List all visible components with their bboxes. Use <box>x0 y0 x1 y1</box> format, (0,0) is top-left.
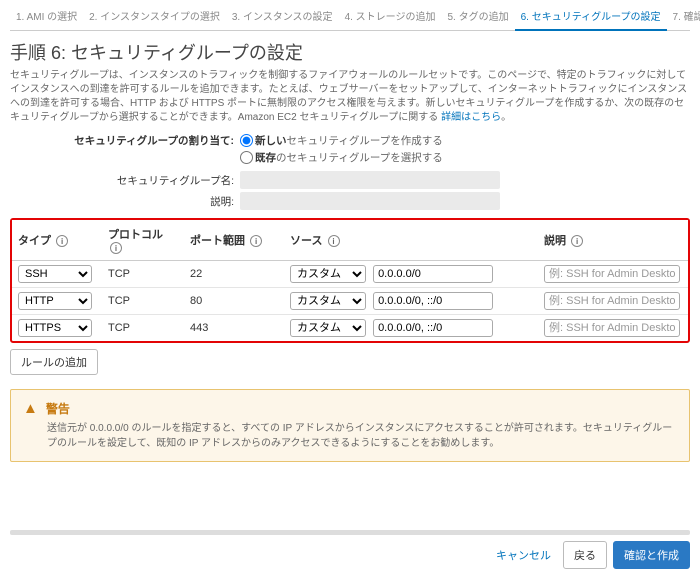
radio-new-sg-label-rest: セキュリティグループを作成する <box>287 135 443 147</box>
warning-title: 警告 <box>46 400 70 417</box>
type-select[interactable]: HTTP <box>18 292 92 310</box>
tab-ami[interactable]: 1. AMI の選択 <box>10 4 83 30</box>
warning-icon: ▲ <box>23 400 38 417</box>
footer: キャンセル 戻る 確認と作成 <box>10 530 690 569</box>
info-icon[interactable]: i <box>571 235 583 247</box>
source-mode-select[interactable]: カスタム <box>290 265 366 283</box>
warning-body: 送信元が 0.0.0.0/0 のルールを指定すると、すべての IP アドレスから… <box>23 421 677 451</box>
tab-add-storage[interactable]: 4. ストレージの追加 <box>339 4 442 30</box>
col-source-label: ソース <box>290 235 322 247</box>
sg-name-field[interactable] <box>240 171 500 189</box>
protocol-cell: TCP <box>102 315 184 342</box>
col-protocol-label: プロトコル <box>108 229 163 241</box>
col-protocol: プロトコル i <box>102 220 184 261</box>
radio-new-sg[interactable] <box>240 134 253 147</box>
port-cell: 443 <box>184 315 284 342</box>
source-mode-select[interactable]: カスタム <box>290 319 366 337</box>
cidr-input[interactable] <box>373 292 493 310</box>
cidr-input[interactable] <box>373 319 493 337</box>
radio-new-sg-label: 新しいセキュリティグループを作成する <box>255 133 443 148</box>
tab-review[interactable]: 7. 確認 <box>667 4 700 30</box>
cancel-button[interactable]: キャンセル <box>490 543 557 567</box>
learn-more-link[interactable]: 詳細はこちら <box>441 112 501 123</box>
radio-existing-sg-label-strong: 既存 <box>255 152 276 164</box>
radio-existing-sg[interactable] <box>240 151 253 164</box>
port-cell: 80 <box>184 288 284 315</box>
description-text: セキュリティグループは、インスタンスのトラフィックを制御するファイアウォールのル… <box>10 70 687 123</box>
port-cell: 22 <box>184 261 284 288</box>
back-button[interactable]: 戻る <box>563 541 607 569</box>
col-port: ポート範囲 i <box>184 220 284 261</box>
tab-add-tags[interactable]: 5. タグの追加 <box>441 4 514 30</box>
sg-desc-label: 説明: <box>10 194 240 209</box>
warning-alert: ▲ 警告 送信元が 0.0.0.0/0 のルールを指定すると、すべての IP ア… <box>10 389 690 462</box>
sg-name-label: セキュリティグループ名: <box>10 173 240 188</box>
col-desc: 説明 i <box>538 220 688 261</box>
protocol-cell: TCP <box>102 288 184 315</box>
info-icon[interactable]: i <box>250 235 262 247</box>
info-icon[interactable]: i <box>328 235 340 247</box>
radio-existing-sg-label: 既存のセキュリティグループを選択する <box>255 150 443 165</box>
tab-instance-type[interactable]: 2. インスタンスタイプの選択 <box>83 4 226 30</box>
radio-existing-sg-label-rest: のセキュリティグループを選択する <box>276 152 443 164</box>
rule-desc-input[interactable] <box>544 292 680 310</box>
tab-configure-instance[interactable]: 3. インスタンスの設定 <box>226 4 339 30</box>
sg-assign-block: セキュリティグループの割り当て: 新しいセキュリティグループを作成する 既存のセ… <box>10 133 690 165</box>
type-select[interactable]: SSH <box>18 265 92 283</box>
col-type: タイプ i <box>12 220 102 261</box>
source-mode-select[interactable]: カスタム <box>290 292 366 310</box>
info-icon[interactable]: i <box>110 242 122 254</box>
page-title: 手順 6: セキュリティグループの設定 <box>10 39 690 65</box>
wizard-tabs: 1. AMI の選択 2. インスタンスタイプの選択 3. インスタンスの設定 … <box>10 4 690 31</box>
radio-new-sg-label-strong: 新しい <box>255 135 287 147</box>
col-type-label: タイプ <box>18 235 51 247</box>
col-source: ソース i <box>284 220 538 261</box>
table-row: HTTPS TCP 443 カスタム <box>12 315 688 342</box>
table-row: SSH TCP 22 カスタム <box>12 261 688 288</box>
protocol-cell: TCP <box>102 261 184 288</box>
sg-desc-field[interactable] <box>240 192 500 210</box>
review-launch-button[interactable]: 確認と作成 <box>613 541 690 569</box>
rules-table: タイプ i プロトコル i ポート範囲 i ソース i 説明 i SSH <box>12 220 688 341</box>
add-rule-button[interactable]: ルールの追加 <box>10 349 98 375</box>
tab-security-group[interactable]: 6. セキュリティグループの設定 <box>515 4 667 31</box>
col-desc-label: 説明 <box>544 235 566 247</box>
cidr-input[interactable] <box>373 265 493 283</box>
info-icon[interactable]: i <box>56 235 68 247</box>
rule-desc-input[interactable] <box>544 265 680 283</box>
rule-desc-input[interactable] <box>544 319 680 337</box>
footer-divider <box>10 530 690 535</box>
rules-highlight-box: タイプ i プロトコル i ポート範囲 i ソース i 説明 i SSH <box>10 218 690 343</box>
table-row: HTTP TCP 80 カスタム <box>12 288 688 315</box>
type-select[interactable]: HTTPS <box>18 319 92 337</box>
page-description: セキュリティグループは、インスタンスのトラフィックを制御するファイアウォールのル… <box>10 69 690 125</box>
sg-assign-label: セキュリティグループの割り当て: <box>10 133 240 148</box>
col-port-label: ポート範囲 <box>190 235 245 247</box>
